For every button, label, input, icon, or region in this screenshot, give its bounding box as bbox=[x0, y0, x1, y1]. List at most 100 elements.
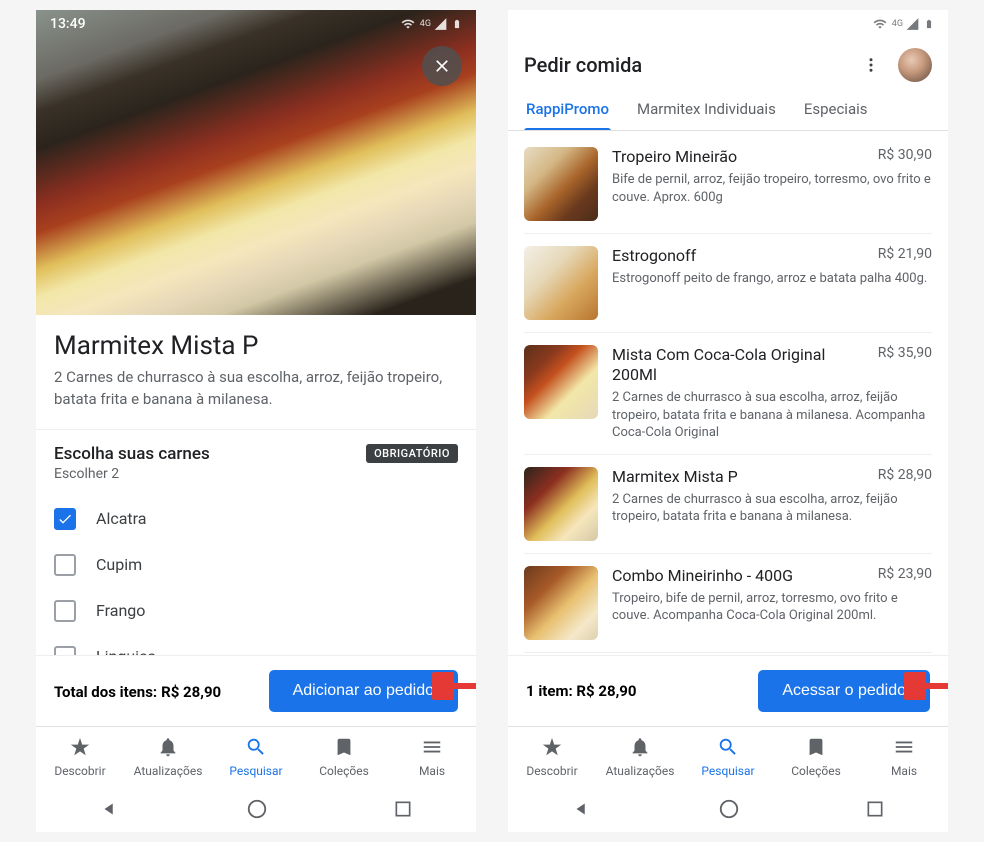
category-tab[interactable]: RappiPromo bbox=[524, 88, 611, 130]
nav-icon bbox=[69, 736, 91, 761]
nav-item-descobrir[interactable]: Descobrir bbox=[508, 727, 596, 786]
menu-item-price: R$ 28,90 bbox=[878, 467, 932, 483]
add-to-order-button[interactable]: Adicionar ao pedido bbox=[269, 670, 458, 712]
menu-item-body: Marmitex Mista P R$ 28,90 2 Carnes de ch… bbox=[612, 467, 932, 541]
page-title: Pedir comida bbox=[524, 53, 642, 77]
nav-item-coleções[interactable]: Coleções bbox=[300, 727, 388, 786]
option-row[interactable]: Alcatra bbox=[54, 496, 458, 542]
menu-item-thumbnail bbox=[524, 246, 598, 320]
nav-icon bbox=[421, 736, 443, 761]
close-button[interactable] bbox=[422, 46, 462, 86]
item-hero-image bbox=[36, 10, 476, 315]
nav-label: Descobrir bbox=[54, 764, 105, 778]
menu-item[interactable]: Tropeiro Mineirão R$ 30,90 Bife de perni… bbox=[524, 135, 932, 234]
item-description: 2 Carnes de churrasco à sua escolha, arr… bbox=[54, 367, 458, 411]
menu-item-thumbnail bbox=[524, 566, 598, 640]
nav-label: Atualizações bbox=[606, 764, 675, 778]
category-tabs: RappiPromo Marmitex Individuais Especiais bbox=[508, 88, 948, 131]
menu-item-description: 2 Carnes de churrasco à sua escolha, arr… bbox=[612, 491, 932, 526]
category-tab[interactable]: Especiais bbox=[802, 88, 870, 130]
checkbox[interactable] bbox=[54, 554, 76, 576]
back-icon[interactable] bbox=[99, 798, 121, 820]
status-icons: 4G bbox=[400, 16, 462, 32]
checkbox[interactable] bbox=[54, 508, 76, 530]
option-row[interactable]: Cupim bbox=[54, 542, 458, 588]
status-bar: 13:49 4G bbox=[36, 10, 476, 38]
nav-label: Mais bbox=[891, 764, 917, 778]
menu-item-price: R$ 21,90 bbox=[878, 246, 932, 262]
battery-icon bbox=[452, 16, 462, 32]
menu-item-description: Estrogonoff peito de frango, arroz e bat… bbox=[612, 270, 932, 288]
nav-icon bbox=[893, 736, 915, 761]
menu-item-name: Marmitex Mista P bbox=[612, 467, 738, 487]
status-icons: 4G bbox=[872, 16, 934, 32]
phone-right-menu-list: 4G Pedir comida RappiPromo Marmitex Indiv… bbox=[508, 10, 948, 832]
bottom-nav: Descobrir Atualizações Pesquisar Coleções Ma… bbox=[508, 726, 948, 786]
annotation-arrow-right bbox=[904, 672, 948, 700]
checkbox[interactable] bbox=[54, 646, 76, 656]
menu-item[interactable]: Combo Mineirinho - 400G R$ 23,90 Tropeir… bbox=[524, 554, 932, 653]
option-row[interactable]: Linguiça bbox=[54, 634, 458, 656]
avatar[interactable] bbox=[898, 48, 932, 82]
nav-label: Coleções bbox=[319, 764, 369, 778]
menu-item-price: R$ 35,90 bbox=[878, 345, 932, 361]
menu-item-body: Combo Mineirinho - 400G R$ 23,90 Tropeir… bbox=[612, 566, 932, 640]
nav-label: Atualizações bbox=[134, 764, 203, 778]
network-label: 4G bbox=[892, 19, 903, 29]
signal-icon bbox=[433, 17, 448, 31]
menu-item-body: Mista Com Coca-Cola Original 200Ml R$ 35… bbox=[612, 345, 932, 442]
option-label: Frango bbox=[96, 601, 145, 620]
nav-item-pesquisar[interactable]: Pesquisar bbox=[684, 727, 772, 786]
order-bottom-bar: 1 item: R$ 28,90 Acessar o pedido bbox=[508, 655, 948, 726]
menu-item[interactable]: Mista Com Coca-Cola Original 200Ml R$ 35… bbox=[524, 333, 932, 455]
back-icon[interactable] bbox=[571, 798, 593, 820]
menu-item-body: Tropeiro Mineirão R$ 30,90 Bife de perni… bbox=[612, 147, 932, 221]
recents-icon[interactable] bbox=[865, 799, 885, 819]
options-section-subtitle: Escolher 2 bbox=[54, 466, 458, 482]
nav-label: Pesquisar bbox=[701, 764, 754, 778]
annotation-arrow-left bbox=[432, 672, 476, 700]
menu-item[interactable]: Marmitex Mista P R$ 28,90 2 Carnes de ch… bbox=[524, 455, 932, 554]
menu-item-name: Estrogonoff bbox=[612, 246, 696, 266]
nav-label: Mais bbox=[419, 764, 445, 778]
nav-item-atualizações[interactable]: Atualizações bbox=[596, 727, 684, 786]
more-icon[interactable] bbox=[862, 56, 880, 74]
menu-item-description: Bife de pernil, arroz, feijão tropeiro, … bbox=[612, 171, 932, 206]
nav-item-mais[interactable]: Mais bbox=[388, 727, 476, 786]
header-actions bbox=[862, 48, 932, 82]
home-icon[interactable] bbox=[718, 798, 740, 820]
option-label: Linguiça bbox=[96, 647, 156, 655]
nav-item-mais[interactable]: Mais bbox=[860, 727, 948, 786]
required-badge: OBRIGATÓRIO bbox=[366, 444, 458, 463]
option-label: Alcatra bbox=[96, 509, 146, 528]
nav-item-coleções[interactable]: Coleções bbox=[772, 727, 860, 786]
nav-item-descobrir[interactable]: Descobrir bbox=[36, 727, 124, 786]
option-label: Cupim bbox=[96, 555, 142, 574]
wifi-icon bbox=[872, 17, 888, 31]
nav-icon bbox=[157, 736, 179, 761]
status-bar: 4G bbox=[508, 10, 948, 38]
item-bottom-bar: Total dos itens: R$ 28,90 Adicionar ao p… bbox=[36, 655, 476, 726]
system-nav bbox=[508, 786, 948, 832]
nav-item-pesquisar[interactable]: Pesquisar bbox=[212, 727, 300, 786]
menu-item[interactable]: Estrogonoff R$ 21,90 Estrogonoff peito d… bbox=[524, 234, 932, 333]
menu-item-name: Combo Mineirinho - 400G bbox=[612, 566, 793, 586]
category-tab[interactable]: Marmitex Individuais bbox=[635, 88, 778, 130]
network-label: 4G bbox=[420, 19, 431, 29]
menu-list: Tropeiro Mineirão R$ 30,90 Bife de perni… bbox=[508, 131, 948, 655]
recents-icon[interactable] bbox=[393, 799, 413, 819]
option-row[interactable]: Frango bbox=[54, 588, 458, 634]
nav-label: Descobrir bbox=[526, 764, 577, 778]
nav-item-atualizações[interactable]: Atualizações bbox=[124, 727, 212, 786]
nav-icon bbox=[629, 736, 651, 761]
options-list: Alcatra Cupim Frango Linguiça Coração bbox=[54, 496, 458, 656]
nav-icon bbox=[333, 736, 355, 761]
bottom-nav: Descobrir Atualizações Pesquisar Coleções Ma… bbox=[36, 726, 476, 786]
nav-icon bbox=[245, 736, 267, 761]
home-icon[interactable] bbox=[246, 798, 268, 820]
status-time: 13:49 bbox=[50, 16, 86, 32]
checkbox[interactable] bbox=[54, 600, 76, 622]
page-header: Pedir comida bbox=[508, 38, 948, 88]
menu-item-description: Tropeiro, bife de pernil, arroz, torresm… bbox=[612, 590, 932, 625]
menu-item-price: R$ 30,90 bbox=[878, 147, 932, 163]
